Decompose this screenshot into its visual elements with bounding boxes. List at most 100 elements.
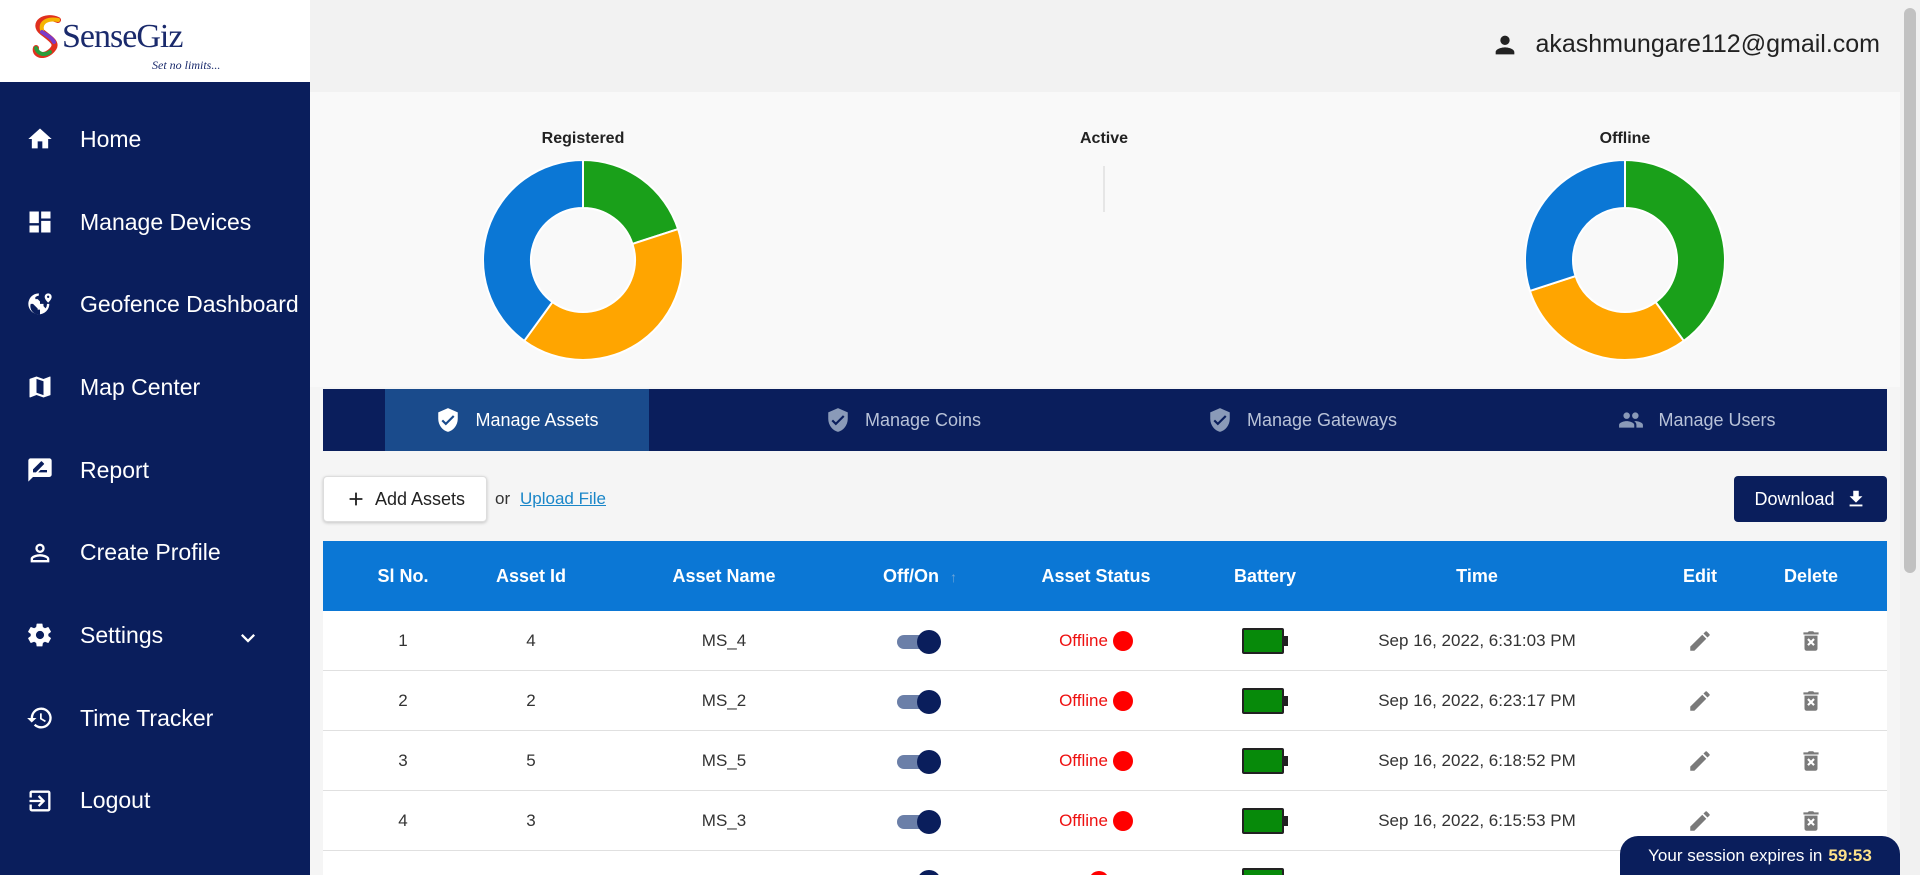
edit-pencil-icon[interactable]: [1687, 688, 1713, 714]
delete-bin-icon[interactable]: [1798, 808, 1824, 834]
column-header-label: Off/On: [882, 565, 939, 586]
status-text: Offline: [1059, 750, 1108, 770]
battery-icon: [1242, 867, 1288, 875]
add-assets-label: Add Assets: [374, 488, 466, 509]
sidebar-item-label: Create Profile: [80, 539, 221, 566]
on-off-toggle[interactable]: [897, 749, 943, 774]
on-off-toggle[interactable]: [897, 629, 943, 654]
cell-time: Sep 16, 2022, 6:31:03 PM: [1378, 630, 1576, 650]
status-text: Offline: [1059, 810, 1108, 830]
logo[interactable]: SenseGiz Set no limits...: [0, 0, 310, 82]
cell-delete: [1755, 748, 1867, 774]
status-badge: Offline: [1059, 750, 1133, 771]
session-timer: Your session expires in 59:53: [1620, 836, 1900, 875]
chevron-down-icon[interactable]: [234, 624, 262, 652]
on-off-toggle[interactable]: [897, 869, 943, 875]
column-header-time[interactable]: Time: [1309, 566, 1645, 587]
sidebar-nav: Home Manage Devices Geofence Dashboard M…: [0, 98, 310, 842]
scrollbar-thumb[interactable]: [1904, 8, 1916, 573]
toggle-knob: [917, 629, 941, 654]
delete-bin-icon[interactable]: [1798, 748, 1824, 774]
cell-status: Offline: [971, 630, 1221, 651]
sidebar-item-map-center[interactable]: Map Center: [0, 346, 310, 429]
column-header-asset-status[interactable]: Asset Status: [971, 566, 1221, 587]
page-scrollbar[interactable]: [1900, 0, 1920, 875]
cell-sl-no: 4: [398, 810, 408, 830]
delete-bin-icon[interactable]: [1798, 688, 1824, 714]
sidebar-item-label: Settings: [80, 621, 164, 648]
cell-asset-id: 3: [526, 810, 536, 830]
sidebar-item-time-tracker[interactable]: Time Tracker: [0, 677, 310, 760]
toggle-knob: [917, 749, 941, 774]
sidebar-item-label: Manage Devices: [80, 208, 252, 235]
cell-time: Sep 16, 2022, 6:18:52 PM: [1378, 750, 1576, 770]
cell-edit: [1645, 628, 1755, 654]
column-header-asset-name[interactable]: Asset Name: [579, 566, 869, 587]
sidebar-item-home[interactable]: Home: [0, 98, 310, 181]
donut-segment[interactable]: [1524, 158, 1626, 293]
column-header-sl-no[interactable]: Sl No.: [323, 566, 483, 587]
tab-manage-gateways[interactable]: Manage Gateways: [1170, 389, 1434, 451]
tab-manage-users[interactable]: Manage Users: [1565, 389, 1829, 451]
shield-check-icon: [828, 408, 848, 432]
cell-edit: [1645, 688, 1755, 714]
user-icon: [1496, 35, 1515, 54]
sidebar-item-logout[interactable]: Logout: [0, 760, 310, 843]
cell-toggle: [869, 869, 971, 875]
cell-asset-id: 5: [526, 750, 536, 770]
user-menu[interactable]: akashmungare112@gmail.com: [1491, 30, 1880, 59]
cell-asset-id: 4: [526, 630, 536, 650]
or-separator: or: [495, 489, 511, 508]
logout-icon: [29, 790, 51, 812]
upload-file-link[interactable]: Upload File: [520, 489, 606, 509]
sidebar-item-label: Geofence Dashboard: [80, 291, 299, 318]
on-off-toggle[interactable]: [897, 809, 943, 834]
edit-pencil-icon[interactable]: [1687, 808, 1713, 834]
tab-label: Manage Assets: [475, 409, 599, 430]
delete-bin-icon[interactable]: [1798, 628, 1824, 654]
donut-segment[interactable]: [522, 227, 684, 361]
download-label: Download: [1754, 488, 1835, 509]
donut-chart-offline[interactable]: [1524, 158, 1726, 361]
sidebar-item-settings[interactable]: Settings: [0, 594, 310, 677]
cell-asset-id: 2: [526, 690, 536, 710]
add-assets-button[interactable]: Add Assets: [323, 476, 487, 522]
download-button[interactable]: Download: [1734, 476, 1887, 522]
battery-icon: [1242, 627, 1288, 654]
sidebar-item-create-profile[interactable]: Create Profile: [0, 511, 310, 594]
assets-table: Sl No. Asset Id Asset Name Off/On ↑ Asse…: [323, 541, 1887, 875]
donut-chart-registered[interactable]: [482, 158, 684, 361]
sort-arrow-icon[interactable]: ↑: [950, 569, 957, 585]
donut-segment[interactable]: [582, 158, 680, 246]
cell-edit: [1645, 748, 1755, 774]
donut-segment[interactable]: [1528, 274, 1686, 361]
sidebar-item-label: Map Center: [80, 373, 201, 400]
column-header-asset-id[interactable]: Asset Id: [483, 566, 579, 587]
status-badge: Offline: [1059, 690, 1133, 711]
toggle-knob: [917, 689, 941, 714]
sidebar-item-report[interactable]: Report: [0, 429, 310, 512]
column-header-battery[interactable]: Battery: [1221, 566, 1309, 587]
sidebar-item-label: Report: [80, 456, 150, 483]
tab-manage-assets[interactable]: Manage Assets: [385, 389, 649, 451]
status-badge: Offline: [1059, 810, 1133, 831]
edit-pencil-icon[interactable]: [1687, 628, 1713, 654]
table-row: 2 2 MS_2 Offline Sep 16, 2022, 6:23:17 P…: [323, 671, 1887, 731]
sidebar-item-manage-devices[interactable]: Manage Devices: [0, 181, 310, 264]
sidebar-item-geofence-dashboard[interactable]: Geofence Dashboard: [0, 263, 310, 346]
sidebar: SenseGiz Set no limits... Home Manage De…: [0, 0, 310, 875]
cell-status: Offline: [971, 690, 1221, 711]
tab-manage-coins[interactable]: Manage Coins: [771, 389, 1035, 451]
edit-pencil-icon[interactable]: [1687, 748, 1713, 774]
column-header-off-on[interactable]: Off/On ↑: [869, 566, 971, 587]
on-off-toggle[interactable]: [897, 689, 943, 714]
cell-battery: [1221, 807, 1309, 834]
chart-title: Registered: [541, 130, 625, 147]
cell-toggle: [869, 749, 971, 774]
donut-chart-active[interactable]: [1004, 160, 1204, 360]
history-icon: [27, 707, 52, 729]
offline-dot-icon: [1112, 690, 1133, 711]
column-header-edit: Edit: [1683, 565, 1717, 586]
home-icon: [28, 128, 52, 149]
tab-label: Manage Gateways: [1246, 409, 1398, 430]
